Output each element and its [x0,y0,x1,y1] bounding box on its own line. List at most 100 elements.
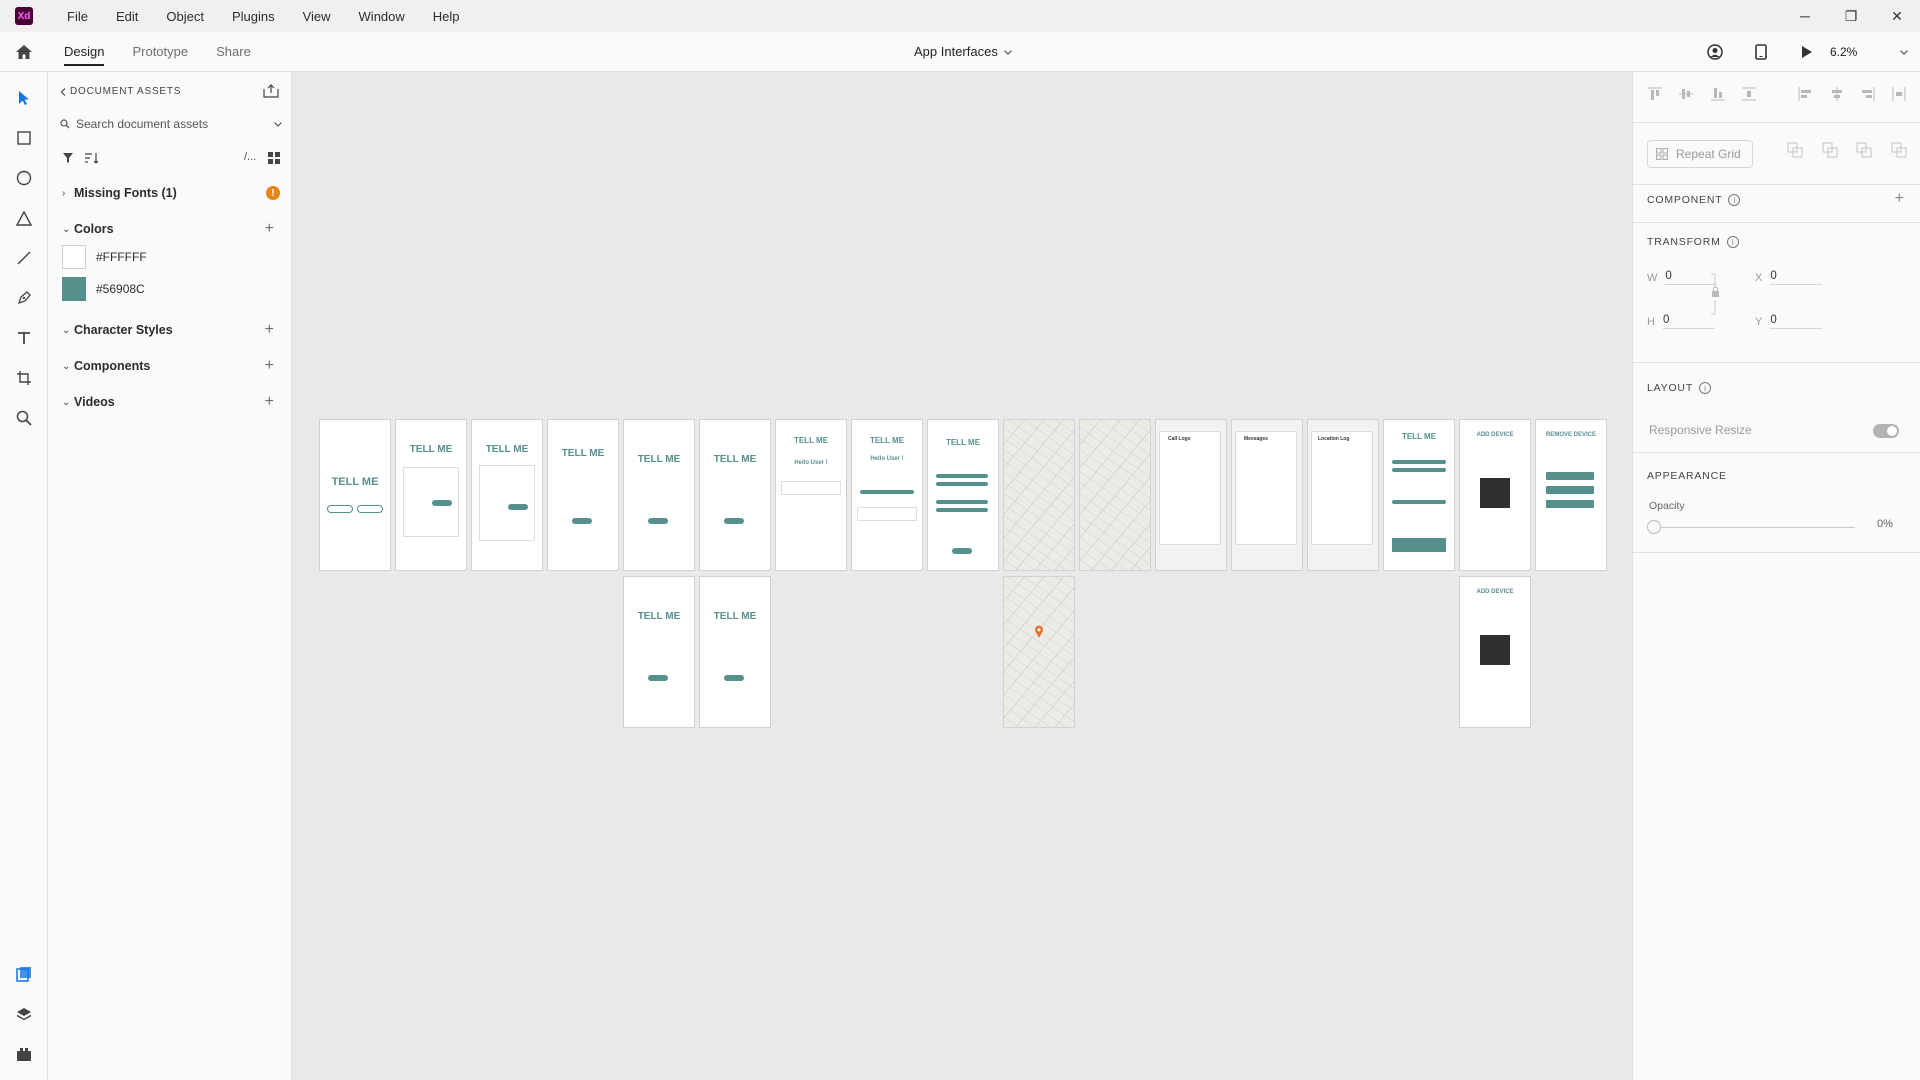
align-top-button[interactable] [1647,86,1663,102]
plugins-button[interactable] [12,1042,36,1066]
height-field[interactable]: H 0 [1647,314,1715,329]
artboard-login[interactable]: TELL ME [396,420,466,570]
artboard-verify[interactable]: TELL ME [548,420,618,570]
layers-button[interactable] [12,1002,36,1026]
artboard-map-3[interactable] [1004,577,1074,727]
artboard-pin[interactable]: TELL ME [700,420,770,570]
add-camera-button[interactable] [782,482,840,494]
info-icon[interactable]: i [1726,236,1739,248]
home-button[interactable] [0,32,48,72]
width-field[interactable]: W 0 [1647,270,1718,285]
change-button[interactable] [724,675,744,681]
device-preview-button[interactable] [1738,32,1784,72]
line-tool[interactable] [12,246,36,270]
search-input[interactable]: Search document assets [76,117,268,131]
document-title-dropdown[interactable]: App Interfaces [914,32,1012,72]
menu-plugins[interactable]: Plugins [218,9,289,24]
pen-tool[interactable] [12,286,36,310]
artboard-remove-device[interactable]: REMOVE DEVICE [1536,420,1606,570]
artboard-device-home[interactable]: TELL ME Hello User ! [852,420,922,570]
artboard-home[interactable]: TELL ME Hello User ! [776,420,846,570]
menu-file[interactable]: File [53,9,102,24]
exclude-boolean-icon[interactable] [1891,142,1907,158]
unlock-button[interactable] [648,675,668,681]
y-input[interactable]: 0 [1770,314,1823,329]
zoom-dropdown[interactable]: 6.2% [1830,45,1920,59]
account-button[interactable] [1692,32,1738,72]
add-component-button[interactable]: + [1895,190,1904,208]
artboard-location-log[interactable]: Location Log [1308,420,1378,570]
missing-fonts-section[interactable]: › Missing Fonts (1) ! [62,186,284,200]
grid-view-icon[interactable] [268,152,280,164]
align-left-button[interactable] [1797,86,1813,102]
x-position-field[interactable]: X 0 [1755,270,1823,285]
info-icon[interactable]: i [1728,194,1741,206]
artboard-map-1[interactable] [1004,420,1074,570]
login-button[interactable] [432,500,452,506]
tab-prototype[interactable]: Prototype [118,32,202,72]
artboard-signup[interactable]: TELL ME [472,420,542,570]
opacity-slider-track[interactable] [1659,527,1855,528]
align-middle-button[interactable] [1678,86,1694,102]
align-center-button[interactable] [1829,86,1845,102]
filter-icon[interactable] [62,152,74,164]
menu-object[interactable]: Object [152,9,218,24]
artboard-map-2[interactable] [1080,420,1150,570]
videos-section[interactable]: ⌄ Videos + [62,393,284,411]
assets-search[interactable]: Search document assets [60,114,282,134]
artboard-add-device[interactable]: ADD DEVICE [1460,420,1530,570]
height-input[interactable]: 0 [1662,314,1715,329]
artboard-pin-2[interactable]: TELL ME [700,577,770,727]
artboard-add-device-2[interactable]: ADD DEVICE [1460,577,1530,727]
change-button[interactable] [724,518,744,524]
add-video-button[interactable]: + [265,393,274,411]
assets-header[interactable]: DOCUMENT ASSETS [60,86,181,97]
add-color-button[interactable]: + [265,220,274,238]
device-row[interactable] [1546,486,1594,494]
design-canvas[interactable]: TELL ME TELL ME TELL ME TELL ME TELL ME … [293,72,1631,1080]
artboard-splash[interactable]: TELL ME [320,420,390,570]
close-window-button[interactable]: ✕ [1874,0,1920,32]
tab-share[interactable]: Share [202,32,265,72]
artboard-call-logs[interactable]: Call Logs [1156,420,1226,570]
color-swatch[interactable] [62,277,86,301]
artboard-lock[interactable]: TELL ME [624,420,694,570]
login-button[interactable] [328,506,352,512]
tab-design[interactable]: Design [50,32,118,72]
add-character-style-button[interactable]: + [265,321,274,339]
menu-help[interactable]: Help [419,9,474,24]
document-assets-button[interactable] [12,962,36,986]
zoom-tool[interactable] [12,406,36,430]
add-boolean-icon[interactable] [1787,142,1803,158]
menu-view[interactable]: View [289,9,345,24]
colors-section[interactable]: ⌄ Colors + [62,220,284,238]
opacity-slider-handle[interactable] [1647,520,1661,534]
select-tool[interactable] [12,86,36,110]
components-section[interactable]: ⌄ Components + [62,357,284,375]
export-assets-button[interactable] [263,84,281,100]
signup-button[interactable] [508,504,528,510]
opacity-value[interactable]: 0% [1877,518,1893,530]
polygon-tool[interactable] [12,206,36,230]
distribute-vertical-button[interactable] [1741,86,1757,102]
color-swatch-row[interactable]: #FFFFFF [62,245,147,269]
rectangle-tool[interactable] [12,126,36,150]
ellipse-tool[interactable] [12,166,36,190]
menu-window[interactable]: Window [345,9,419,24]
character-styles-section[interactable]: ⌄ Character Styles + [62,321,284,339]
intersect-boolean-icon[interactable] [1856,142,1872,158]
artboard-menu[interactable]: TELL ME [928,420,998,570]
verify-button[interactable] [572,518,592,524]
signup-button[interactable] [358,506,382,512]
info-icon[interactable]: i [1699,382,1712,394]
device-row[interactable] [1546,472,1594,480]
play-preview-button[interactable] [1784,32,1830,72]
artboard-tool[interactable] [12,366,36,390]
distribute-horizontal-button[interactable] [1891,86,1907,102]
artboard-messages[interactable]: Messages [1232,420,1302,570]
repeat-grid-button[interactable]: Repeat Grid [1647,140,1753,168]
add-component-button[interactable]: + [265,357,274,375]
add-camera-button[interactable] [858,508,916,520]
device-row[interactable] [1546,500,1594,508]
align-bottom-button[interactable] [1710,86,1726,102]
